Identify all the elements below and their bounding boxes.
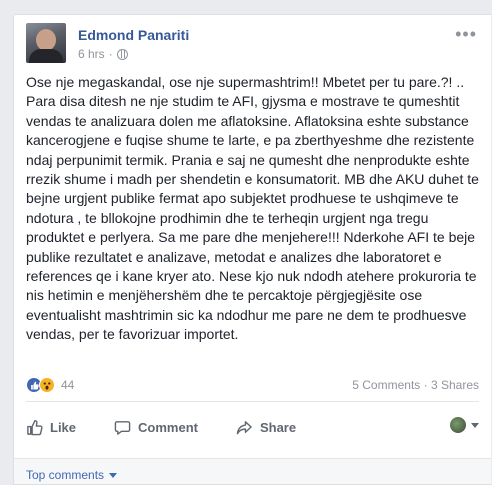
comment-button[interactable]: Comment: [114, 419, 198, 436]
reaction-summary[interactable]: 44: [26, 377, 74, 393]
comment-label: Comment: [138, 419, 198, 435]
wow-reaction-icon: [39, 377, 55, 393]
more-options-icon[interactable]: •••: [455, 25, 477, 43]
share-icon: [236, 420, 252, 434]
share-button[interactable]: Share: [236, 419, 296, 436]
globe-icon[interactable]: [116, 48, 128, 60]
reaction-count: 44: [61, 378, 75, 392]
react-as-selector[interactable]: [450, 417, 479, 433]
share-label: Share: [259, 419, 297, 435]
engagement-counts: 5 Comments · 3 Shares: [352, 378, 479, 392]
post-header: Edmond Panariti 6 hrs · •••: [26, 23, 479, 67]
page-avatar-icon: [450, 417, 466, 433]
thumbs-up-icon: [27, 419, 43, 435]
post-text: Ose nje megaskandal, ose nje supermashtr…: [26, 74, 479, 343]
like-label: Like: [50, 419, 77, 435]
author-name[interactable]: Edmond Panariti: [78, 27, 189, 43]
post-stats: 44 5 Comments · 3 Shares: [26, 375, 479, 395]
divider: [26, 401, 479, 402]
top-comments-dropdown[interactable]: Top comments: [26, 468, 118, 482]
chevron-down-icon: [109, 472, 118, 478]
comment-icon: [114, 420, 131, 435]
comments-section: Top comments: [14, 458, 491, 484]
post-meta: 6 hrs ·: [78, 47, 128, 61]
post-card: Edmond Panariti 6 hrs · ••• Ose nje mega…: [13, 14, 491, 485]
shares-count-link[interactable]: 3 Shares: [431, 378, 479, 392]
top-comments-label: Top comments: [26, 468, 105, 482]
post-timestamp[interactable]: 6 hrs: [78, 47, 105, 61]
chevron-down-icon: [471, 422, 479, 428]
like-button[interactable]: Like: [26, 419, 76, 436]
avatar[interactable]: [26, 23, 66, 63]
post-actions: Like Comment Share: [26, 413, 479, 441]
comments-count-link[interactable]: 5 Comments: [352, 378, 420, 392]
